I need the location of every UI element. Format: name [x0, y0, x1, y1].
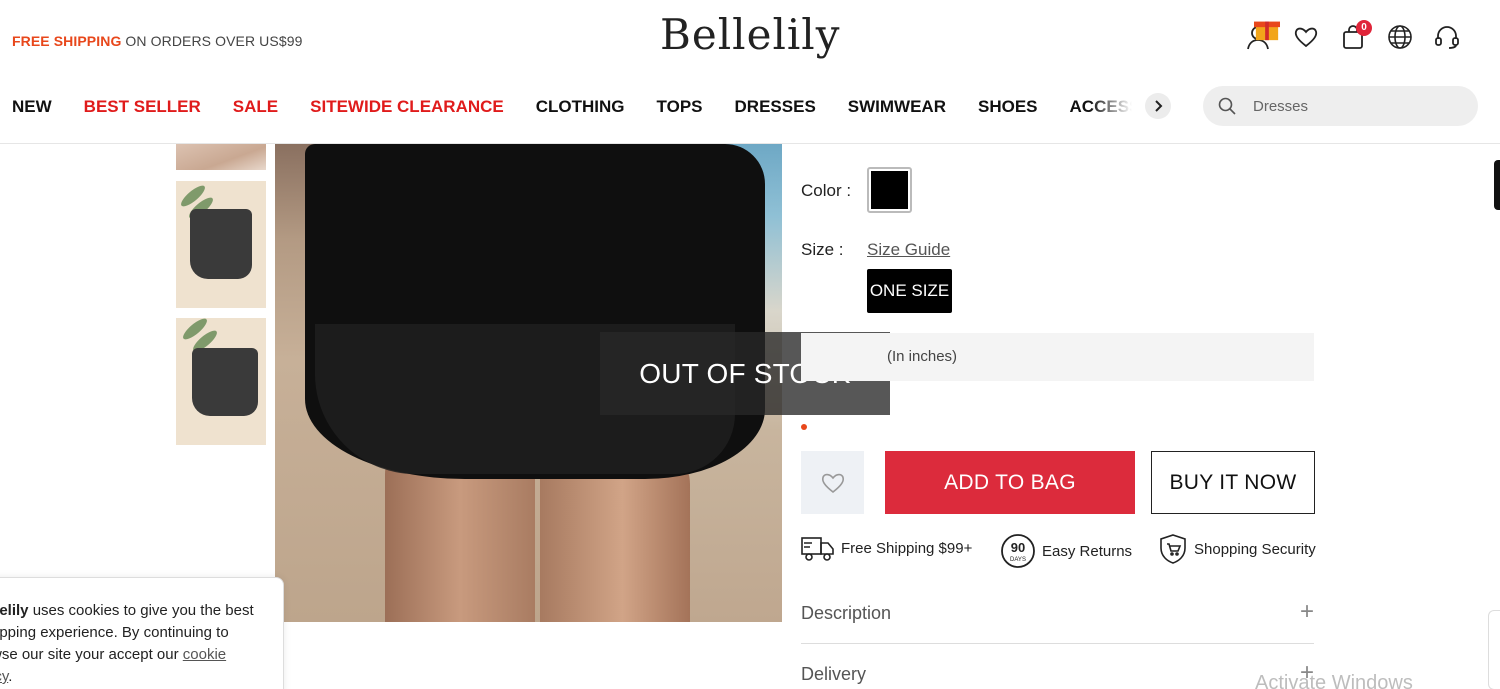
site-logo[interactable]: Bellelily — [660, 10, 840, 59]
cookie-end: . — [8, 668, 13, 685]
accordion-description[interactable]: Description + — [801, 584, 1314, 644]
language-globe-icon[interactable] — [1387, 24, 1413, 50]
add-to-bag-button[interactable]: ADD TO BAG — [885, 451, 1135, 514]
cookie-text: llelily uses cookies to give you the bes… — [0, 600, 263, 688]
90-days-icon: 90 DAYS — [1001, 534, 1035, 568]
search-bar — [1203, 86, 1478, 126]
nav-next-arrow[interactable] — [1145, 93, 1171, 119]
color-swatch-black[interactable] — [867, 167, 912, 213]
side-floating-tab[interactable] — [1494, 160, 1500, 210]
nav-item-sale[interactable]: SALE — [233, 97, 278, 117]
promo-highlight: FREE SHIPPING — [12, 33, 122, 49]
nav-item-shoes[interactable]: SHOES — [978, 97, 1038, 117]
feature-easy-returns: 90 DAYS Easy Returns — [1000, 533, 1132, 569]
nav-scroll: NEW BEST SELLER SALE SITEWIDE CLEARANCE CLOT… — [0, 80, 1145, 144]
top-bar: FREE SHIPPING ON ORDERS OVER US$99 Belle… — [0, 0, 1500, 80]
windows-activation-watermark: Activate Windows — [1255, 672, 1413, 689]
accordion-title: Delivery — [801, 664, 867, 684]
feature-label: Free Shipping $99+ — [841, 539, 973, 557]
shipping-promo: FREE SHIPPING ON ORDERS OVER US$99 — [12, 33, 302, 49]
chevron-right-icon — [1155, 100, 1163, 112]
size-info-panel: (In inches) — [801, 333, 1314, 381]
add-to-wishlist-button[interactable] — [801, 451, 864, 514]
returns-badge-text: DAYS — [1010, 557, 1026, 563]
gift-icon — [1254, 21, 1280, 41]
nav-item-swimwear[interactable]: SWIMWEAR — [848, 97, 946, 117]
status-dot — [801, 424, 807, 430]
feature-label: Shopping Security — [1194, 540, 1316, 558]
cookie-brand: llelily — [0, 602, 29, 619]
product-thumbnail-1[interactable] — [176, 144, 266, 170]
nav-item-tops[interactable]: TOPS — [657, 97, 703, 117]
product-thumbnail-3[interactable] — [176, 318, 266, 445]
nav-item-sitewide-clearance[interactable]: SITEWIDE CLEARANCE — [310, 97, 504, 117]
accordion-delivery[interactable]: Delivery + — [801, 645, 1314, 689]
product-thumbnail-2[interactable] — [176, 181, 266, 308]
cart-count-badge: 0 — [1356, 20, 1372, 36]
buy-it-now-button[interactable]: BUY IT NOW — [1151, 451, 1315, 514]
heart-icon — [821, 473, 844, 493]
shield-cart-icon — [1160, 534, 1186, 564]
cookie-line-1: uses cookies to give you the best — [28, 602, 254, 619]
nav-item-new[interactable]: NEW — [12, 97, 52, 117]
wishlist-heart-icon[interactable] — [1293, 24, 1319, 50]
promo-text: ON ORDERS OVER US$99 — [121, 33, 303, 49]
search-icon[interactable] — [1217, 96, 1237, 116]
feature-label: Easy Returns — [1042, 542, 1133, 560]
cart-bag-icon[interactable]: 0 — [1340, 20, 1372, 50]
size-guide-link[interactable]: Size Guide — [867, 240, 950, 260]
accordion-title: Description — [801, 603, 892, 623]
truck-icon — [801, 537, 834, 561]
nav-item-dresses[interactable]: DRESSES — [735, 97, 816, 117]
nav-item-best-seller[interactable]: BEST SELLER — [84, 97, 201, 117]
search-input[interactable] — [1253, 97, 1453, 115]
size-label: Size : — [801, 240, 844, 259]
swatch-fill — [871, 171, 908, 209]
nav-item-clothing[interactable]: CLOTHING — [536, 97, 625, 117]
color-label: Color : — [801, 181, 852, 200]
cookie-line-3: wse our site your accept our — [0, 646, 183, 663]
nav-fade — [1090, 94, 1145, 124]
nav-list: NEW BEST SELLER SALE SITEWIDE CLEARANCE CLOT… — [12, 97, 1145, 117]
cookie-line-2: opping experience. By continuing to — [0, 624, 229, 641]
cookie-policy-link-2[interactable]: icy — [0, 668, 8, 685]
returns-badge-number: 90 — [1011, 540, 1025, 555]
plus-icon[interactable]: + — [1300, 598, 1314, 626]
feature-free-shipping: Free Shipping $99+ — [801, 533, 972, 563]
feature-shopping-security: Shopping Security — [1158, 533, 1316, 565]
main-nav: NEW BEST SELLER SALE SITEWIDE CLEARANCE CLOT… — [0, 80, 1500, 144]
cookie-policy-link[interactable]: cookie — [183, 646, 226, 663]
size-option-one-size[interactable]: ONE SIZE — [867, 269, 952, 313]
account-icon[interactable] — [1246, 21, 1280, 50]
side-floating-widget[interactable] — [1488, 610, 1500, 689]
cookie-banner: llelily uses cookies to give you the bes… — [0, 577, 284, 689]
header-icons: 0 — [1246, 20, 1460, 50]
customer-service-headset-icon[interactable] — [1434, 24, 1460, 50]
size-unit-note: (In inches) — [887, 348, 958, 365]
